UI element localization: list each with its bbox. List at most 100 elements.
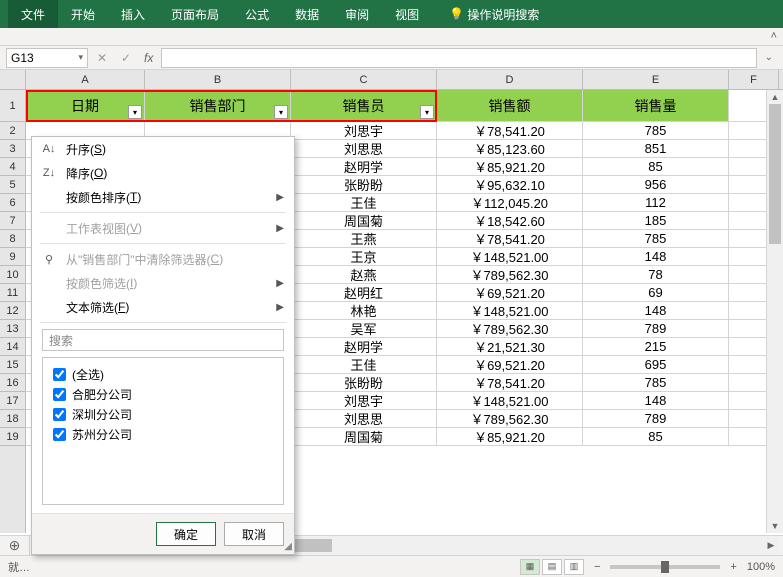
cell[interactable]: 赵明学 — [291, 338, 437, 356]
row-header[interactable]: 9 — [0, 248, 25, 266]
row-header[interactable]: 3 — [0, 140, 25, 158]
cell[interactable]: 王京 — [291, 248, 437, 266]
scroll-down-icon[interactable]: ▼ — [767, 519, 783, 533]
text-filter[interactable]: 文本筛选(F)▶ — [32, 295, 294, 319]
filter-dropdown-button[interactable]: ▾ — [274, 105, 288, 119]
cell[interactable]: ￥85,921.20 — [437, 158, 583, 176]
cell[interactable]: 148 — [583, 302, 729, 320]
cell[interactable]: ￥78,541.20 — [437, 374, 583, 392]
sort-asc[interactable]: A↓升序(S) — [32, 137, 294, 161]
cell[interactable]: ￥789,562.30 — [437, 266, 583, 284]
filter-check-item[interactable]: 苏州分公司 — [49, 424, 277, 444]
row-header[interactable]: 19 — [0, 428, 25, 446]
header-cell[interactable]: 销售员▾ — [291, 90, 437, 122]
row-header[interactable]: 11 — [0, 284, 25, 302]
sort-desc[interactable]: Z↓降序(O) — [32, 161, 294, 185]
row-header[interactable]: 5 — [0, 176, 25, 194]
cell[interactable]: 赵燕 — [291, 266, 437, 284]
cell[interactable]: ￥148,521.00 — [437, 248, 583, 266]
col-header[interactable]: C — [291, 70, 437, 89]
cell[interactable]: 85 — [583, 158, 729, 176]
sort-by-color[interactable]: 按颜色排序(T)▶ — [32, 185, 294, 209]
cell[interactable]: 刘思宇 — [291, 392, 437, 410]
cell[interactable]: ￥69,521.20 — [437, 356, 583, 374]
cell[interactable]: ￥78,541.20 — [437, 230, 583, 248]
tab-view[interactable]: 视图 — [382, 0, 432, 28]
cell[interactable]: ￥789,562.30 — [437, 320, 583, 338]
cell[interactable]: 78 — [583, 266, 729, 284]
filter-dropdown-button[interactable]: ▾ — [128, 105, 142, 119]
filter-dropdown-button[interactable]: ▾ — [420, 105, 434, 119]
filter-search-input[interactable]: 搜索 — [42, 329, 284, 351]
cell[interactable]: 张盼盼 — [291, 374, 437, 392]
cancel-button[interactable]: 取消 — [224, 522, 284, 546]
cell[interactable]: 85 — [583, 428, 729, 446]
tab-insert[interactable]: 插入 — [108, 0, 158, 28]
formula-input[interactable] — [161, 48, 756, 68]
cell[interactable]: ￥789,562.30 — [437, 410, 583, 428]
ok-button[interactable]: 确定 — [156, 522, 216, 546]
page-break-button[interactable]: ▥ — [564, 559, 584, 575]
vertical-scrollbar[interactable]: ▲ ▼ — [766, 90, 783, 533]
col-header[interactable]: F — [729, 70, 779, 89]
row-header[interactable]: 7 — [0, 212, 25, 230]
zoom-value[interactable]: 100% — [747, 561, 775, 573]
row-header[interactable]: 14 — [0, 338, 25, 356]
cell[interactable]: ￥18,542.60 — [437, 212, 583, 230]
cell[interactable]: 112 — [583, 194, 729, 212]
cell[interactable]: 789 — [583, 320, 729, 338]
accept-formula-icon[interactable]: ✓ — [116, 48, 136, 68]
cell[interactable]: 69 — [583, 284, 729, 302]
row-header[interactable]: 18 — [0, 410, 25, 428]
cell[interactable]: ￥148,521.00 — [437, 392, 583, 410]
row-header[interactable]: 8 — [0, 230, 25, 248]
zoom-thumb[interactable] — [661, 561, 669, 573]
col-header[interactable]: A — [26, 70, 145, 89]
cancel-formula-icon[interactable]: ✕ — [92, 48, 112, 68]
row-header[interactable]: 10 — [0, 266, 25, 284]
cell[interactable]: ￥69,521.20 — [437, 284, 583, 302]
cell[interactable]: 695 — [583, 356, 729, 374]
header-cell[interactable]: 日期▾ — [26, 90, 145, 122]
cell[interactable]: 785 — [583, 230, 729, 248]
cell[interactable]: 851 — [583, 140, 729, 158]
cell[interactable]: 785 — [583, 122, 729, 140]
cell[interactable]: 赵明学 — [291, 158, 437, 176]
tab-data[interactable]: 数据 — [282, 0, 332, 28]
tab-help[interactable]: 💡 操作说明搜索 — [432, 0, 552, 28]
cell[interactable]: 956 — [583, 176, 729, 194]
row-header[interactable]: 17 — [0, 392, 25, 410]
filter-check-item[interactable]: 深圳分公司 — [49, 404, 277, 424]
cell[interactable]: 王佳 — [291, 356, 437, 374]
header-cell[interactable]: 销售量 — [583, 90, 729, 122]
header-cell[interactable]: 销售部门▾ — [145, 90, 291, 122]
tab-layout[interactable]: 页面布局 — [158, 0, 232, 28]
tab-file[interactable]: 文件 — [8, 0, 58, 28]
cell[interactable]: 周国菊 — [291, 212, 437, 230]
header-cell[interactable]: 销售额 — [437, 90, 583, 122]
col-header[interactable]: E — [583, 70, 729, 89]
normal-view-button[interactable]: ▦ — [520, 559, 540, 575]
cell[interactable]: ￥148,521.00 — [437, 302, 583, 320]
cell[interactable]: ￥21,521.30 — [437, 338, 583, 356]
page-layout-button[interactable]: ▤ — [542, 559, 562, 575]
cell[interactable]: 148 — [583, 392, 729, 410]
filter-check-all[interactable]: (全选) — [49, 364, 277, 384]
fx-icon[interactable]: fx — [144, 51, 153, 65]
zoom-in-button[interactable]: + — [730, 561, 736, 573]
cell[interactable]: 王燕 — [291, 230, 437, 248]
add-sheet-button[interactable]: ⊕ — [0, 536, 30, 555]
scroll-thumb[interactable] — [769, 104, 781, 244]
cell[interactable]: 周国菊 — [291, 428, 437, 446]
cell[interactable]: 785 — [583, 374, 729, 392]
col-header[interactable]: B — [145, 70, 291, 89]
row-header[interactable]: 4 — [0, 158, 25, 176]
tab-review[interactable]: 审阅 — [332, 0, 382, 28]
row-header[interactable]: 6 — [0, 194, 25, 212]
filter-value-list[interactable]: (全选) 合肥分公司 深圳分公司 苏州分公司 — [42, 357, 284, 505]
zoom-slider[interactable] — [610, 565, 720, 569]
cell[interactable]: 215 — [583, 338, 729, 356]
filter-check-item[interactable]: 合肥分公司 — [49, 384, 277, 404]
expand-formula-icon[interactable]: ⌄ — [761, 52, 777, 63]
cell[interactable]: 张盼盼 — [291, 176, 437, 194]
